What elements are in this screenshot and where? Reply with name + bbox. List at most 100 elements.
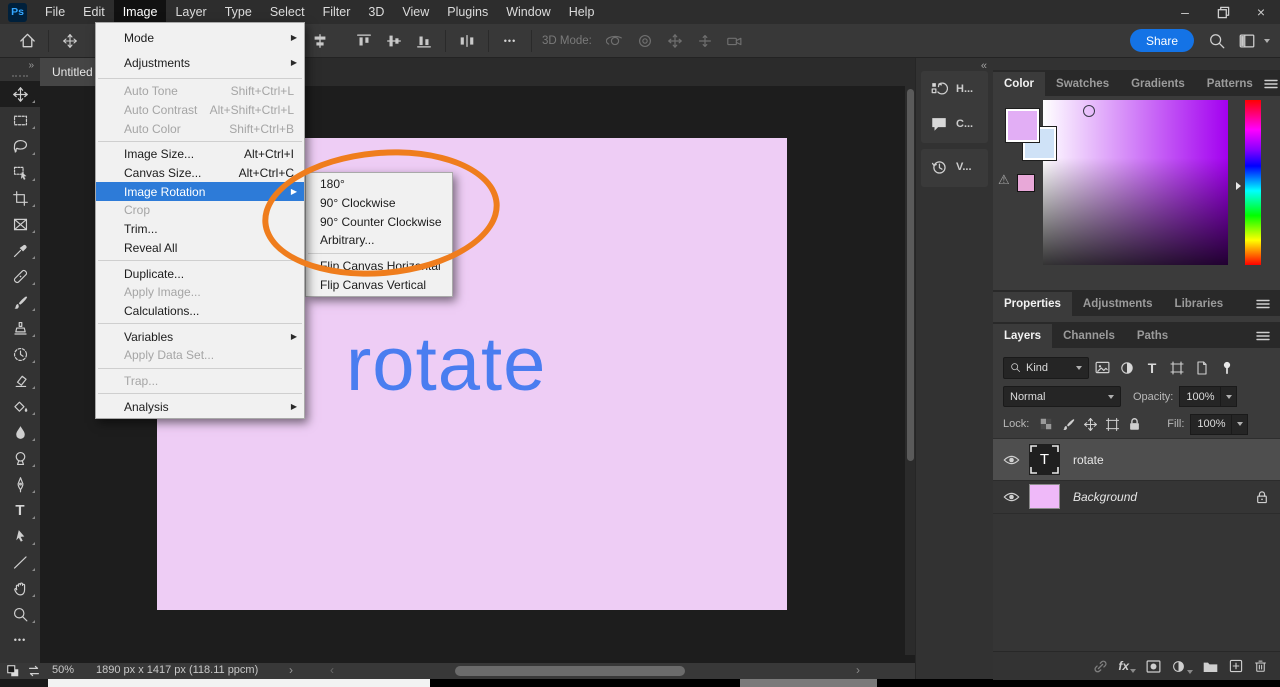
foreground-color-swatch[interactable] (1006, 109, 1039, 142)
opacity-value[interactable]: 100% (1179, 386, 1221, 407)
comments-panel-button[interactable]: C... (921, 106, 988, 141)
line-tool[interactable] (0, 549, 40, 575)
scroll-right-icon[interactable]: › (856, 663, 860, 677)
tab-gradients[interactable]: Gradients (1120, 72, 1196, 96)
menu-image[interactable]: Image (114, 0, 167, 24)
tab-paths[interactable]: Paths (1126, 324, 1179, 348)
submenu-item-90-clockwise[interactable]: 90° Clockwise (306, 194, 452, 213)
dodge-tool[interactable] (0, 445, 40, 471)
horizontal-scrollbar-thumb[interactable] (455, 666, 685, 676)
menu-item-calculations[interactable]: Calculations... (96, 302, 304, 321)
marquee-tool[interactable] (0, 107, 40, 133)
gradient-tool[interactable] (0, 393, 40, 419)
menu-window[interactable]: Window (497, 0, 559, 24)
submenu-item-180[interactable]: 180° (306, 175, 452, 194)
frame-tool[interactable] (0, 211, 40, 237)
crop-tool[interactable] (0, 185, 40, 211)
lock-all-icon[interactable] (1123, 413, 1145, 435)
submenu-item-arbitrary[interactable]: Arbitrary... (306, 231, 452, 250)
pen-tool[interactable] (0, 471, 40, 497)
distribute-centers-icon[interactable] (452, 27, 482, 55)
eraser-tool[interactable] (0, 367, 40, 393)
menu-item-image-rotation[interactable]: Image Rotation▶ (96, 182, 304, 201)
submenu-item-90-counter-clockwise[interactable]: 90° Counter Clockwise (306, 212, 452, 231)
tab-swatches[interactable]: Swatches (1045, 72, 1120, 96)
color-picker-cursor[interactable] (1083, 105, 1095, 117)
search-icon[interactable] (1202, 27, 1232, 55)
menu-edit[interactable]: Edit (74, 0, 114, 24)
menu-item-canvas-size[interactable]: Canvas Size...Alt+Ctrl+C (96, 164, 304, 183)
menu-filter[interactable]: Filter (314, 0, 360, 24)
tab-patterns[interactable]: Patterns (1196, 72, 1264, 96)
menu-type[interactable]: Type (216, 0, 261, 24)
layer-thumbnail-text[interactable]: T (1029, 444, 1060, 475)
tab-libraries[interactable]: Libraries (1164, 292, 1235, 316)
filter-type-layers-icon[interactable]: T (1140, 356, 1164, 380)
menu-item-variables[interactable]: Variables▶ (96, 327, 304, 346)
blur-tool[interactable] (0, 419, 40, 445)
workspace-caret-icon[interactable] (1264, 39, 1270, 43)
menu-item-analysis[interactable]: Analysis▶ (96, 397, 304, 416)
restore-button[interactable] (1204, 0, 1242, 24)
clone-stamp-tool[interactable] (0, 315, 40, 341)
fill-value[interactable]: 100% (1190, 414, 1232, 435)
zoom-tool[interactable] (0, 601, 40, 627)
toolbar-collapse-icon[interactable]: » (28, 60, 34, 71)
layer-name[interactable]: Background (1073, 490, 1137, 504)
background-lock-icon[interactable] (1256, 490, 1268, 504)
path-selection-tool[interactable] (0, 523, 40, 549)
history-brush-tool[interactable] (0, 341, 40, 367)
object-selection-tool[interactable] (0, 159, 40, 185)
layers-panel-menu-icon[interactable] (1256, 331, 1270, 341)
menu-plugins[interactable]: Plugins (438, 0, 497, 24)
vertical-scrollbar-thumb[interactable] (907, 89, 914, 461)
eyedropper-tool[interactable] (0, 237, 40, 263)
layer-row-background[interactable]: Background (993, 480, 1280, 514)
layer-row-rotate[interactable]: T rotate (993, 439, 1280, 481)
menu-item-reveal-all[interactable]: Reveal All (96, 239, 304, 258)
gamut-warning-icon[interactable]: ⚠ (998, 172, 1010, 188)
menu-help[interactable]: Help (560, 0, 604, 24)
move-tool-options-icon[interactable] (55, 27, 85, 55)
lock-pixels-icon[interactable] (1057, 413, 1079, 435)
properties-panel-menu-icon[interactable] (1256, 299, 1270, 309)
submenu-item-flip-vertical[interactable]: Flip Canvas Vertical (306, 275, 452, 294)
align-bottom-edges-icon[interactable] (409, 27, 439, 55)
move-tool[interactable] (0, 81, 40, 107)
tab-adjustments[interactable]: Adjustments (1072, 292, 1164, 316)
tab-properties[interactable]: Properties (993, 292, 1072, 316)
filter-smart-objects-icon[interactable] (1190, 356, 1214, 380)
version-history-panel-button[interactable]: V... (921, 149, 988, 184)
menu-3d[interactable]: 3D (359, 0, 393, 24)
hand-tool[interactable] (0, 575, 40, 601)
add-mask-icon[interactable] (1145, 658, 1162, 675)
filter-shape-layers-icon[interactable] (1165, 356, 1189, 380)
menu-select[interactable]: Select (261, 0, 314, 24)
align-top-edges-icon[interactable] (349, 27, 379, 55)
layer-thumbnail-color[interactable] (1029, 484, 1060, 509)
share-button[interactable]: Share (1130, 29, 1194, 52)
submenu-item-flip-horizontal[interactable]: Flip Canvas Horizontal (306, 257, 452, 276)
lock-transparency-icon[interactable] (1035, 413, 1057, 435)
lock-artboard-icon[interactable] (1101, 413, 1123, 435)
home-icon[interactable] (12, 27, 42, 55)
filter-pixel-layers-icon[interactable] (1090, 356, 1114, 380)
new-layer-icon[interactable] (1228, 658, 1244, 674)
edit-toolbar-icon[interactable]: ••• (0, 627, 40, 653)
tab-channels[interactable]: Channels (1052, 324, 1126, 348)
saturation-field[interactable] (1043, 100, 1228, 265)
hue-slider[interactable] (1245, 100, 1261, 265)
gamut-color-swatch[interactable] (1017, 174, 1035, 192)
menu-item-adjustments[interactable]: Adjustments▶ (96, 50, 304, 75)
swap-arrows-icon[interactable] (27, 664, 41, 678)
blend-mode-dropdown[interactable]: Normal (1003, 386, 1121, 407)
tab-layers[interactable]: Layers (993, 324, 1052, 348)
lock-position-icon[interactable] (1079, 413, 1101, 435)
layer-name[interactable]: rotate (1073, 453, 1104, 467)
healing-brush-tool[interactable] (0, 263, 40, 289)
new-group-icon[interactable] (1202, 658, 1219, 675)
align-horizontal-centers-icon[interactable] (305, 27, 335, 55)
layer-visibility-icon[interactable] (993, 491, 1029, 503)
history-panel-button[interactable]: H... (921, 71, 988, 106)
color-panel-menu-icon[interactable] (1264, 79, 1278, 89)
